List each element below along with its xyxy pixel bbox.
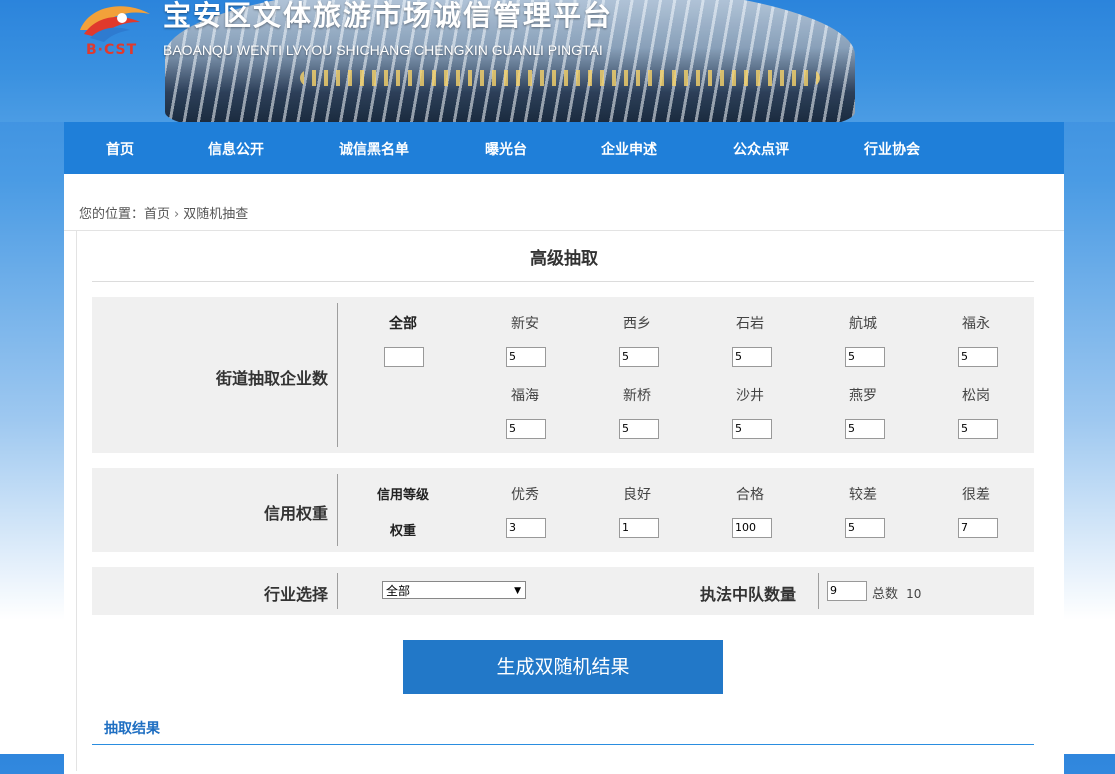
street-name: 新桥 (623, 388, 651, 404)
squad-count-input[interactable] (827, 581, 867, 601)
street-all-label: 全部 (389, 316, 417, 332)
street-name: 松岗 (962, 388, 990, 404)
industry-select[interactable]: 全部 ▼ (382, 581, 526, 599)
breadcrumb-home-link[interactable]: 首页 (144, 207, 170, 222)
street-name: 石岩 (736, 316, 764, 332)
chevron-down-icon: ▼ (514, 586, 521, 596)
breadcrumb-divider (64, 230, 1064, 231)
street-count-input[interactable] (732, 419, 772, 439)
street-name: 福海 (511, 388, 539, 404)
result-divider (92, 744, 1034, 745)
breadcrumb-separator-icon: › (174, 207, 180, 222)
main-nav: 首页 信息公开 诚信黑名单 曝光台 企业申述 公众点评 行业协会 (64, 122, 1064, 174)
credit-grade-label: 信用等级 (376, 488, 429, 503)
site-subtitle: BAOANQU WENTI LVYOU SHICHANG CHENGXIN GU… (163, 42, 603, 58)
squad-divider (818, 573, 819, 609)
street-extraction-panel: 街道抽取企业数 全部 新安 西乡 石岩 航城 福永 福海 新桥 沙井 燕罗 松岗 (92, 297, 1034, 453)
credit-weight-panel: 信用权重 信用等级 权重 优秀 良好 合格 较差 很差 (92, 468, 1034, 552)
industry-panel-divider (337, 573, 338, 609)
credit-grade-name: 合格 (736, 487, 764, 503)
street-name: 西乡 (623, 316, 651, 332)
street-name: 沙井 (736, 388, 764, 404)
total-count: 总数 10 (872, 583, 921, 602)
street-panel-divider (337, 303, 338, 447)
credit-weight-input[interactable] (845, 518, 885, 538)
breadcrumb: 您的位置：首页 › 双随机抽查 (79, 203, 248, 222)
logo-text: B·CST (86, 42, 138, 58)
generate-random-result-button[interactable]: 生成双随机结果 (403, 640, 723, 694)
title-divider (92, 281, 1034, 282)
street-count-input[interactable] (619, 347, 659, 367)
nav-item-exposure[interactable]: 曝光台 (485, 139, 527, 159)
street-name: 福永 (962, 316, 990, 332)
street-count-input[interactable] (958, 347, 998, 367)
content-left-border (76, 231, 77, 771)
street-panel-label: 街道抽取企业数 (215, 369, 328, 388)
main-content: 您的位置：首页 ›双随机抽查 高级抽取 街道抽取企业数 全部 新安 西乡 石岩 航… (64, 174, 1064, 774)
total-value: 10 (906, 587, 922, 601)
squad-count-label: 执法中队数量 (700, 585, 797, 604)
street-count-input[interactable] (958, 419, 998, 439)
credit-grade-name: 优秀 (511, 487, 539, 503)
street-count-input[interactable] (506, 347, 546, 367)
header-banner: B·CST 宝安区文体旅游市场诚信管理平台 BAOANQU WENTI LVYO… (0, 0, 1115, 122)
breadcrumb-current: 双随机抽查 (183, 207, 249, 222)
street-count-input[interactable] (732, 347, 772, 367)
street-name: 航城 (849, 316, 877, 332)
street-name: 燕罗 (849, 388, 877, 404)
credit-grade-name: 很差 (962, 487, 990, 503)
credit-grade-name: 良好 (623, 487, 651, 503)
credit-weight-input[interactable] (958, 518, 998, 538)
result-tab[interactable]: 抽取结果 (104, 718, 160, 738)
street-count-input[interactable] (619, 419, 659, 439)
credit-grade-name: 较差 (849, 487, 877, 503)
nav-item-industry-association[interactable]: 行业协会 (864, 139, 920, 159)
street-count-input[interactable] (845, 347, 885, 367)
industry-panel: 行业选择 全部 ▼ 执法中队数量 总数 10 (92, 567, 1034, 615)
total-label: 总数 (872, 587, 899, 602)
street-count-input[interactable] (845, 419, 885, 439)
street-name: 新安 (511, 316, 539, 332)
credit-panel-label: 信用权重 (263, 504, 328, 523)
credit-weight-label: 权重 (389, 524, 416, 539)
industry-select-value: 全部 (386, 584, 411, 598)
street-count-input[interactable] (506, 419, 546, 439)
nav-item-appeal[interactable]: 企业申述 (601, 139, 657, 159)
nav-item-blacklist[interactable]: 诚信黑名单 (339, 139, 409, 159)
credit-panel-divider (337, 474, 338, 546)
stadium-lights (300, 70, 820, 86)
page-title: 高级抽取 (530, 249, 598, 269)
industry-panel-label: 行业选择 (263, 585, 328, 604)
credit-weight-input[interactable] (619, 518, 659, 538)
nav-item-public-review[interactable]: 公众点评 (733, 139, 789, 159)
credit-weight-input[interactable] (506, 518, 546, 538)
credit-weight-input[interactable] (732, 518, 772, 538)
site-title: 宝安区文体旅游市场诚信管理平台 (163, 0, 614, 32)
nav-item-home[interactable]: 首页 (106, 139, 134, 159)
street-all-input[interactable] (384, 347, 424, 367)
nav-item-info-disclosure[interactable]: 信息公开 (208, 139, 264, 159)
breadcrumb-prefix: 您的位置： (79, 207, 145, 222)
